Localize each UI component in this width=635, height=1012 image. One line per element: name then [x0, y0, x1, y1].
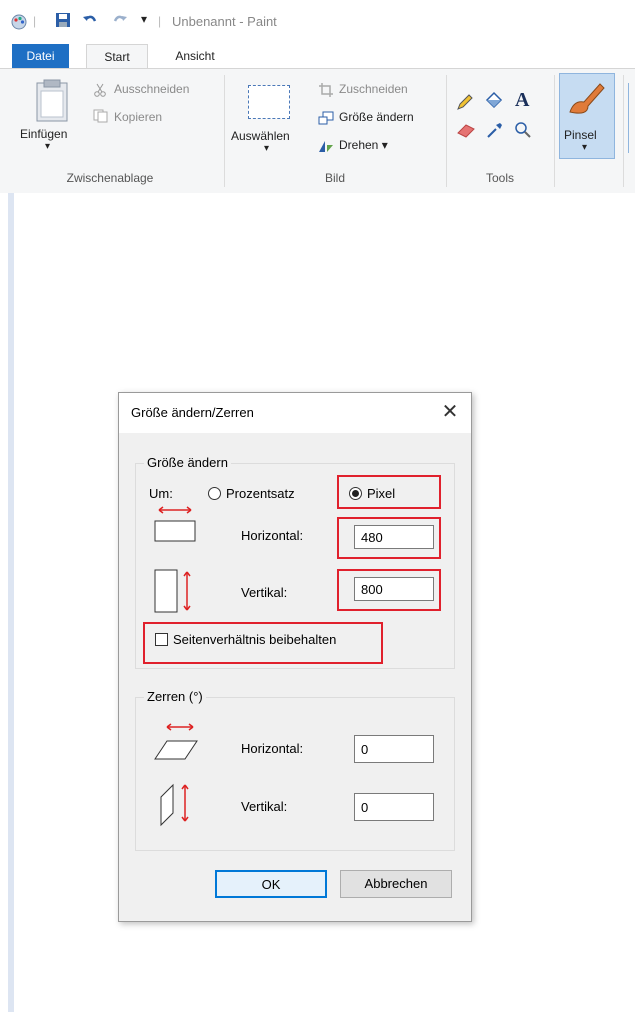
clipboard-group-label: Zwischenablage — [66, 171, 154, 185]
dialog-title: Größe ändern/Zerren — [131, 405, 254, 420]
canvas-edge — [8, 193, 14, 1012]
brush-dropdown-icon[interactable]: ▾ — [582, 142, 587, 153]
ribbon-separator — [554, 75, 555, 187]
ribbon-separator — [623, 75, 624, 187]
ribbon-separator — [446, 75, 447, 187]
ok-button[interactable]: OK — [215, 870, 327, 898]
brush-button[interactable]: Pinsel ▾ — [559, 73, 615, 159]
copy-button[interactable]: Kopieren — [114, 110, 162, 124]
select-icon[interactable] — [248, 85, 290, 119]
text-icon[interactable]: A — [515, 89, 529, 112]
vertical-label: Vertikal: — [241, 585, 288, 600]
crop-icon — [319, 83, 333, 97]
magnifier-icon[interactable] — [514, 121, 532, 139]
paste-dropdown-icon[interactable]: ▾ — [45, 141, 50, 152]
ribbon-tabs: Datei Start Ansicht — [0, 44, 635, 70]
dialog-title-bar: Größe ändern/Zerren ✕ — [119, 393, 471, 433]
undo-icon[interactable] — [82, 12, 98, 28]
save-icon[interactable] — [55, 12, 71, 28]
pixel-radio[interactable] — [349, 487, 362, 500]
cut-button[interactable]: Ausschneiden — [114, 82, 189, 96]
skew-vertical-label: Vertikal: — [241, 799, 288, 814]
pixel-label[interactable]: Pixel — [367, 486, 395, 501]
ribbon: Einfügen ▾ Ausschneiden Kopieren Zwische… — [0, 68, 635, 194]
cancel-button[interactable]: Abbrechen — [340, 870, 452, 898]
percent-label[interactable]: Prozentsatz — [226, 486, 295, 501]
resize-icon — [318, 111, 334, 125]
ribbon-separator — [224, 75, 225, 187]
brush-icon — [569, 83, 605, 114]
select-button[interactable]: Auswählen — [231, 129, 290, 143]
window-title: Unbenannt - Paint — [172, 14, 277, 29]
title-bar: | ▾ | Unbenannt - Paint — [0, 0, 635, 44]
vertical-skew-icon — [160, 783, 189, 827]
resize-group-label: Größe ändern — [144, 455, 231, 470]
pencil-icon[interactable] — [456, 93, 474, 111]
shapes-panel-edge[interactable] — [628, 83, 635, 153]
unit-label: Um: — [149, 486, 173, 501]
skew-vertical-input[interactable]: 0 — [354, 793, 434, 821]
horizontal-label: Horizontal: — [241, 528, 304, 543]
keep-ratio-checkbox[interactable] — [155, 633, 168, 646]
paste-button[interactable]: Einfügen — [20, 127, 67, 141]
vertical-resize-icon — [154, 569, 191, 613]
skew-groupbox — [135, 697, 455, 851]
close-icon[interactable]: ✕ — [437, 399, 463, 425]
skew-horizontal-input[interactable]: 0 — [354, 735, 434, 763]
title-separator: | — [33, 14, 37, 28]
eraser-icon[interactable] — [456, 123, 476, 139]
redo-icon[interactable] — [112, 12, 128, 28]
horizontal-resize-icon — [154, 506, 196, 542]
percent-radio[interactable] — [208, 487, 221, 500]
skew-horizontal-label: Horizontal: — [241, 741, 304, 756]
brush-label: Pinsel — [564, 128, 597, 142]
quick-access-dropdown-icon[interactable]: ▾ — [141, 12, 147, 26]
tab-file[interactable]: Datei — [12, 44, 69, 68]
tools-group-label: Tools — [485, 171, 514, 185]
rotate-icon — [319, 141, 333, 152]
vertical-input[interactable]: 800 — [354, 577, 434, 601]
resize-button[interactable]: Größe ändern — [339, 110, 414, 124]
scissors-icon — [94, 83, 106, 97]
fill-bucket-icon[interactable] — [484, 91, 504, 111]
tab-start[interactable]: Start — [86, 44, 148, 70]
resize-skew-dialog: Größe ändern/Zerren ✕ Größe ändern Um: P… — [118, 392, 472, 922]
select-dropdown-icon[interactable]: ▾ — [264, 143, 269, 154]
crop-button[interactable]: Zuschneiden — [339, 82, 408, 96]
tab-view[interactable]: Ansicht — [165, 44, 225, 68]
copy-doc-icon — [93, 109, 108, 123]
keep-ratio-label[interactable]: Seitenverhältnis beibehalten — [173, 632, 336, 647]
paste-icon[interactable] — [35, 79, 69, 123]
color-picker-icon[interactable] — [486, 121, 504, 139]
image-group-label: Bild — [324, 171, 345, 185]
horizontal-skew-icon — [154, 723, 198, 760]
horizontal-input[interactable]: 480 — [354, 525, 434, 549]
paint-app-icon[interactable] — [10, 12, 28, 30]
title-separator-2: | — [158, 14, 162, 28]
skew-group-label: Zerren (°) — [144, 689, 206, 704]
rotate-button[interactable]: Drehen ▾ — [339, 138, 388, 152]
